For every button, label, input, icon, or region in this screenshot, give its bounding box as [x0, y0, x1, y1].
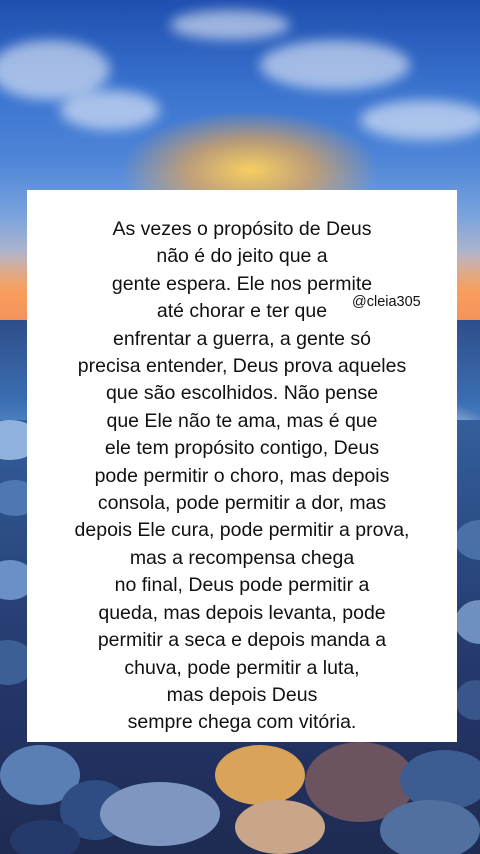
- quote-line: não é do jeito que a: [156, 245, 328, 268]
- quote-line: consola, pode permitir a dor, mas: [97, 492, 387, 515]
- quote-line: que Ele não te ama, mas é que: [106, 409, 378, 432]
- pebble: [10, 820, 80, 854]
- quote-card: As vezes o propósito de Deus não é do je…: [27, 190, 457, 742]
- quote-line: ele tem propósito contigo, Deus: [104, 437, 380, 460]
- quote-line: permitir a seca e depois manda a: [97, 629, 387, 652]
- watermark-handle: @cleia305: [352, 294, 421, 310]
- pebble: [215, 745, 305, 805]
- cloud: [360, 100, 480, 140]
- quote-line: pode permitir o choro, mas depois: [94, 464, 390, 487]
- quote-line: que são escolhidos. Não pense: [105, 382, 379, 405]
- pebble: [100, 782, 220, 846]
- quote-line: depois Ele cura, pode permitir a prova,: [74, 519, 410, 542]
- quote-line: chuva, pode permitir a luta,: [124, 656, 360, 679]
- quote-line: sempre chega com vitória.: [127, 711, 357, 734]
- quote-line: queda, mas depois levanta, pode: [98, 601, 386, 624]
- cloud: [60, 90, 160, 130]
- cloud: [170, 10, 290, 40]
- cloud: [260, 40, 410, 90]
- pebble: [380, 800, 480, 854]
- quote-line: mas a recompensa chega: [129, 546, 355, 569]
- quote-line: precisa entender, Deus prova aqueles: [77, 355, 407, 378]
- quote-line: enfrentar a guerra, a gente só: [112, 327, 371, 350]
- quote-line: As vezes o propósito de Deus: [112, 218, 372, 240]
- quote-line: no final, Deus pode permitir a: [114, 574, 370, 597]
- quote-line: mas depois Deus: [166, 683, 318, 706]
- pebble: [235, 800, 325, 854]
